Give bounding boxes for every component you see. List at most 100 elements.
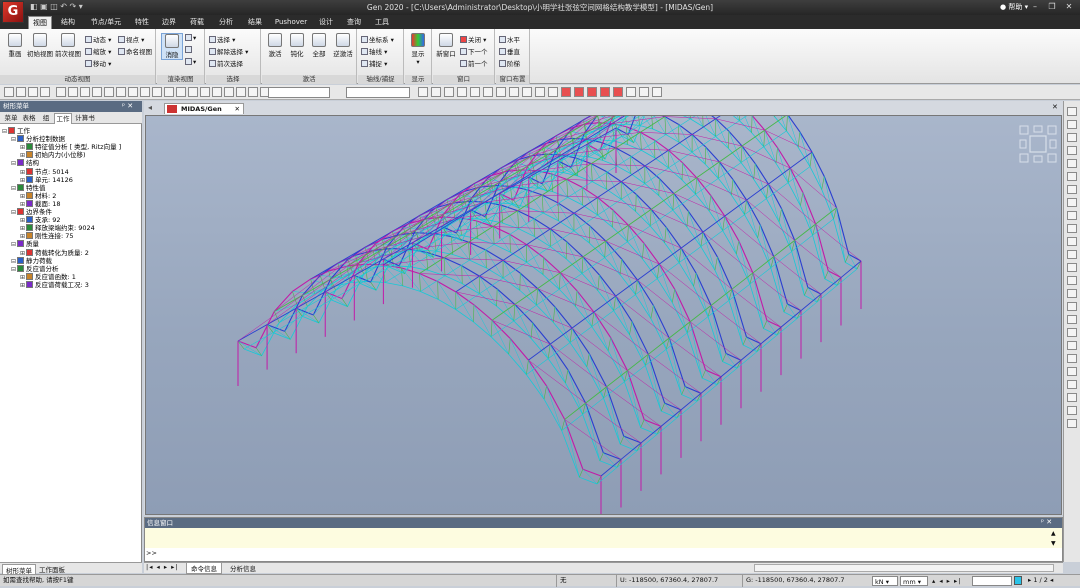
toolbar-button[interactable] xyxy=(613,87,623,97)
grid-button[interactable]: 轴线 ▾ xyxy=(361,46,387,56)
panel-tab-4[interactable]: 计算书 xyxy=(72,113,98,124)
view-cube[interactable] xyxy=(1018,124,1058,164)
toolbar-select-0[interactable] xyxy=(268,87,330,98)
pan-button[interactable]: 移动 ▾ xyxy=(85,58,111,68)
tab-9[interactable]: 设计 xyxy=(315,16,337,29)
toolbar-button[interactable] xyxy=(224,87,234,97)
toolbar-button[interactable] xyxy=(248,87,258,97)
toolbar-select-1[interactable] xyxy=(346,87,410,98)
deselect-button[interactable]: 解除选择 ▾ xyxy=(209,46,248,56)
toolbar-button[interactable] xyxy=(626,87,636,97)
side-toolbar-button[interactable] xyxy=(1067,419,1077,428)
side-toolbar-button[interactable] xyxy=(1067,341,1077,350)
hidden-line-button[interactable]: 消隐 xyxy=(161,33,183,60)
toolbar-button[interactable] xyxy=(28,87,38,97)
tab-11[interactable]: 工具 xyxy=(371,16,393,29)
tab-command-info[interactable]: 命令信息 xyxy=(186,563,222,574)
toolbar-button[interactable] xyxy=(200,87,210,97)
panel-pin-icon[interactable]: ᵖ ✕ xyxy=(122,102,133,110)
display-button[interactable]: 显示 ▾ xyxy=(407,33,429,66)
side-toolbar-button[interactable] xyxy=(1067,211,1077,220)
side-toolbar-button[interactable] xyxy=(1067,120,1077,129)
previous-view-button[interactable]: 前次视图 xyxy=(54,33,82,58)
doc-close-icon[interactable]: ✕ xyxy=(235,104,240,114)
model-viewport[interactable] xyxy=(145,115,1062,515)
inactivate-button[interactable]: 钝化 xyxy=(286,33,308,58)
toolbar-button[interactable] xyxy=(587,87,597,97)
ucs-button[interactable]: 坐标系 ▾ xyxy=(361,34,394,44)
page-indicator[interactable]: ▸ 1 / 2 ◂ xyxy=(1028,575,1053,586)
side-toolbar-button[interactable] xyxy=(1067,367,1077,376)
zoom-button[interactable]: 缩放 ▾ xyxy=(85,46,111,56)
render-option-2[interactable] xyxy=(185,46,193,54)
doc-close-all-icon[interactable]: ✕ xyxy=(1052,103,1058,111)
cascade-button[interactable]: 阶梯 xyxy=(499,58,520,68)
toolbar-button[interactable] xyxy=(457,87,467,97)
named-view-button[interactable]: 命名视图 xyxy=(118,46,152,56)
toolbar-button[interactable] xyxy=(548,87,558,97)
app-logo[interactable]: G xyxy=(2,1,24,23)
viewpoint-button[interactable]: 视点 ▾ xyxy=(118,34,144,44)
side-toolbar-button[interactable] xyxy=(1067,354,1077,363)
toolbar-button[interactable] xyxy=(483,87,493,97)
tab-3[interactable]: 特性 xyxy=(131,16,153,29)
side-toolbar-button[interactable] xyxy=(1067,198,1077,207)
side-toolbar-button[interactable] xyxy=(1067,172,1077,181)
message-window-pin-icon[interactable]: ᵖ ✕ xyxy=(1041,518,1052,526)
toolbar-button[interactable] xyxy=(164,87,174,97)
snap-button[interactable]: 捕捉 ▾ xyxy=(361,58,387,68)
toolbar-button[interactable] xyxy=(68,87,78,97)
panel-tab-1[interactable]: 表格 xyxy=(20,113,38,124)
minimize-icon[interactable]: – xyxy=(1028,1,1042,13)
side-toolbar-button[interactable] xyxy=(1067,159,1077,168)
toolbar-button[interactable] xyxy=(92,87,102,97)
tab-10[interactable]: 查询 xyxy=(342,16,366,29)
message-hscroll[interactable] xyxy=(754,564,1054,572)
previous-select-button[interactable]: 前次选择 xyxy=(209,58,243,68)
status-tool-icons[interactable]: ▴ ◂ ▸ ▸| xyxy=(932,576,961,587)
toolbar-button[interactable] xyxy=(496,87,506,97)
tree-item[interactable]: ⊞ 反应谱荷载工况: 3 xyxy=(20,280,89,290)
toolbar-button[interactable] xyxy=(431,87,441,97)
render-option-3[interactable]: ▾ xyxy=(185,58,196,66)
toolbar-button[interactable] xyxy=(236,87,246,97)
activate-all-button[interactable]: 全部 xyxy=(308,33,330,58)
next-window-button[interactable]: 下一个 xyxy=(460,46,488,56)
side-toolbar-button[interactable] xyxy=(1067,263,1077,272)
side-toolbar-button[interactable] xyxy=(1067,146,1077,155)
message-scroll-down-icon[interactable]: ▼ xyxy=(1051,540,1056,547)
side-toolbar-button[interactable] xyxy=(1067,289,1077,298)
command-prompt[interactable]: >> xyxy=(146,549,157,557)
toolbar-button[interactable] xyxy=(140,87,150,97)
tab-work-panel[interactable]: 工作面板 xyxy=(36,564,68,574)
toolbar-button[interactable] xyxy=(116,87,126,97)
toolbar-button[interactable] xyxy=(600,87,610,97)
activate-button[interactable]: 激活 xyxy=(264,33,286,58)
dynamic-button[interactable]: 动态 ▾ xyxy=(85,34,111,44)
tile-horizontal-button[interactable]: 水平 xyxy=(499,34,520,44)
side-toolbar-button[interactable] xyxy=(1067,393,1077,402)
toolbar-button[interactable] xyxy=(212,87,222,97)
side-toolbar-button[interactable] xyxy=(1067,185,1077,194)
side-toolbar-button[interactable] xyxy=(1067,107,1077,116)
side-toolbar-button[interactable] xyxy=(1067,133,1077,142)
help-button[interactable]: ● 帮助 ▾ xyxy=(1000,2,1028,12)
tab-7[interactable]: 结果 xyxy=(243,16,267,29)
toolbar-button[interactable] xyxy=(80,87,90,97)
color-swatch-icon[interactable] xyxy=(1014,576,1022,585)
close-icon[interactable]: ✕ xyxy=(1062,1,1076,13)
panel-tab-2[interactable]: 组 xyxy=(38,113,54,124)
force-unit-select[interactable]: kN ▾ xyxy=(872,576,898,586)
side-toolbar-button[interactable] xyxy=(1067,380,1077,389)
doc-nav-icon[interactable]: ◂ xyxy=(148,103,152,112)
select-button[interactable]: 选择 ▾ xyxy=(209,34,235,44)
toolbar-button[interactable] xyxy=(470,87,480,97)
toolbar-button[interactable] xyxy=(104,87,114,97)
toolbar-button[interactable] xyxy=(4,87,14,97)
initial-view-button[interactable]: 初始视图 xyxy=(26,33,54,58)
side-toolbar-button[interactable] xyxy=(1067,224,1077,233)
side-toolbar-button[interactable] xyxy=(1067,250,1077,259)
toolbar-button[interactable] xyxy=(418,87,428,97)
status-format-field[interactable] xyxy=(972,576,1012,586)
message-nav-icons[interactable]: |◂ ◂ ▸ ▸| xyxy=(146,563,179,571)
